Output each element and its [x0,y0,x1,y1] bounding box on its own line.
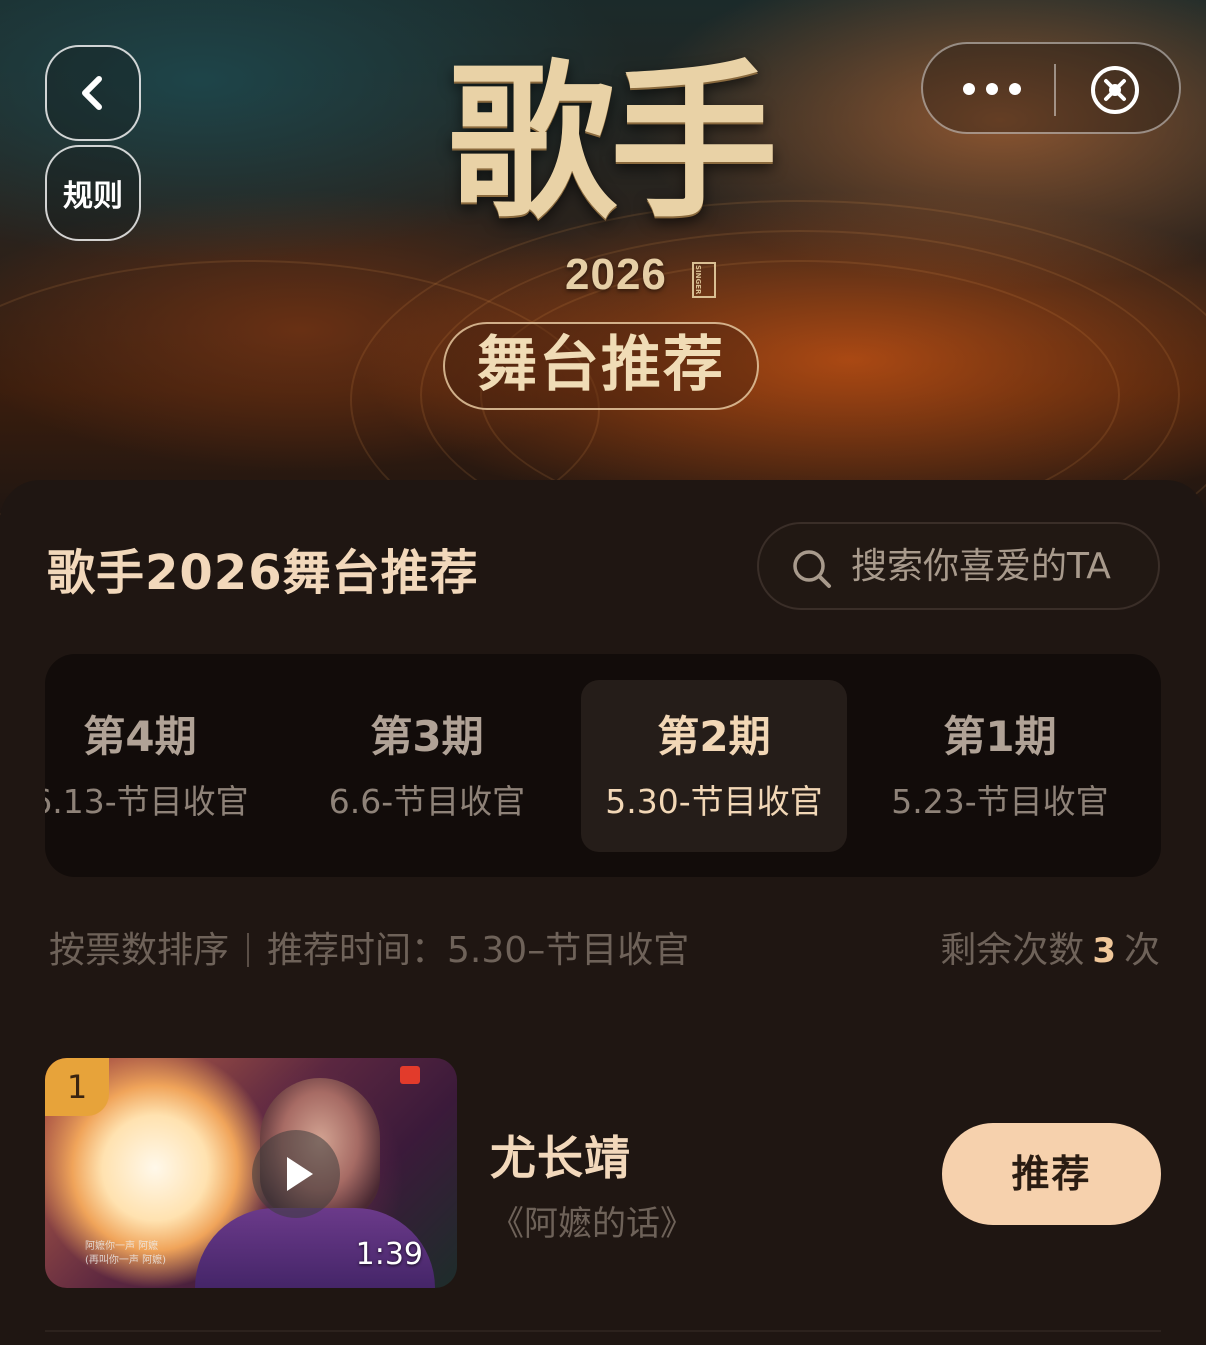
tab-sub: 6.13-节目收官 [45,782,249,821]
tab-label: 第4期 [83,712,197,761]
back-button[interactable] [45,45,141,141]
tab-label: 第3期 [370,712,484,761]
tab-label: 第2期 [657,712,771,761]
tab-sub: 5.30-节目收官 [605,782,823,821]
remaining-count: 3 [1092,931,1116,971]
video-duration: 1:39 [355,1237,423,1272]
chevron-left-icon [82,76,102,110]
sort-info: 按票数排序 推荐时间：5.30–节目收官 [49,926,689,976]
tab-episode-4[interactable]: 第4期 6.13-节目收官 [45,680,273,852]
remaining-prefix: 剩余次数 [940,930,1085,971]
stage-recommend-badge: 舞台推荐 [443,322,759,410]
list-divider [45,1330,1161,1332]
search-placeholder: 搜索你喜爱的TA [851,546,1111,587]
play-icon[interactable] [252,1130,340,1218]
remaining-suffix: 次 [1123,930,1160,971]
logo-singer-mark: SINGER [692,262,716,298]
page-title: 歌手2026舞台推荐 [47,545,479,601]
more-icon[interactable] [961,74,1023,104]
recommend-time-value: 5.30–节目收官 [447,930,690,971]
tab-sub: 6.6-节目收官 [328,782,526,821]
recommend-time-label: 推荐时间： [267,930,448,971]
miniprogram-capsule [921,42,1181,134]
search-icon [793,550,831,588]
recommend-button[interactable]: 推荐 [942,1123,1161,1225]
subtitle-caption: 阿嬷你一声 阿嬷 (再叫你一声 阿嬷) [85,1241,166,1266]
capsule-divider [1054,64,1056,116]
tab-episode-3[interactable]: 第3期 6.6-节目收官 [294,680,560,852]
search-input[interactable]: 搜索你喜爱的TA [757,522,1160,610]
sort-order-label[interactable]: 按票数排序 [49,930,229,971]
tab-sub: 5.23-节目收官 [891,782,1109,821]
tab-episode-1[interactable]: 第1期 5.23-节目收官 [867,680,1133,852]
logo-year: 2026 [565,250,667,299]
song-name: 《阿嬷的话》 [490,1204,694,1244]
episode-tabs: 第4期 6.13-节目收官 第3期 6.6-节目收官 第2期 5.30-节目收官… [45,654,1161,877]
rules-button[interactable]: 规则 [45,145,141,241]
rules-label: 规则 [63,179,123,214]
logo-title: 歌手 [448,43,778,241]
tab-label: 第1期 [943,712,1057,761]
video-thumbnail[interactable]: 阿嬷你一声 阿嬷 (再叫你一声 阿嬷) 1 1:39 [45,1058,457,1288]
singer-name: 尤长靖 [490,1131,631,1185]
tab-episode-2[interactable]: 第2期 5.30-节目收官 [581,680,847,852]
sort-separator [247,933,250,967]
rank-badge: 1 [45,1058,109,1116]
close-circle-icon[interactable] [1089,64,1141,116]
remaining-votes: 剩余次数 3 次 [940,926,1160,976]
channel-logo [400,1066,420,1084]
